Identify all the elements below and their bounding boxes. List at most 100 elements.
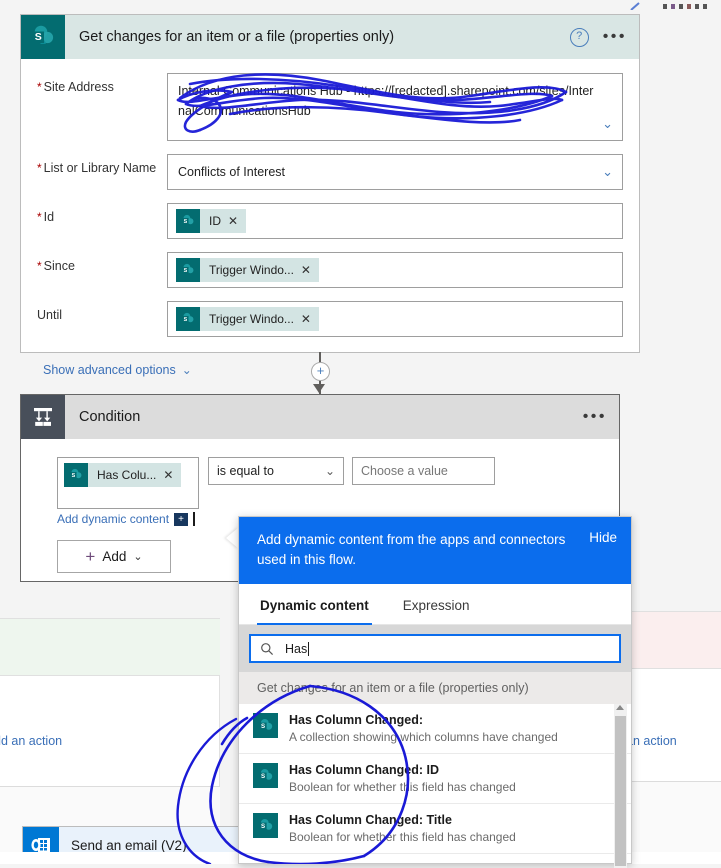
dynamic-token-id[interactable]: S ID ✕ bbox=[176, 209, 247, 233]
flyout-banner: Add dynamic content from the apps and co… bbox=[239, 517, 631, 584]
field-row-until: Until S Trigger Windo... ✕ bbox=[37, 301, 623, 337]
field-row-since: Since S Trigge bbox=[37, 252, 623, 288]
list-name-label: List or Library Name bbox=[37, 154, 167, 175]
token-label: Trigger Windo... bbox=[209, 312, 294, 326]
dynamic-content-list: S Has Column Changed: A collection showi… bbox=[239, 704, 631, 868]
plus-icon: + bbox=[85, 546, 96, 566]
add-dynamic-content-row: Add dynamic content + bbox=[57, 512, 199, 526]
condition-card-header-actions: ••• bbox=[583, 395, 619, 439]
scrollbar-thumb[interactable] bbox=[615, 716, 626, 866]
chevron-down-icon[interactable]: ⌄ bbox=[182, 363, 192, 377]
flow-designer-canvas: dd an action an action Send an email (V2… bbox=[0, 0, 721, 868]
list-name-input[interactable]: Conflicts of Interest ⌄ bbox=[167, 154, 623, 190]
sharepoint-icon: S bbox=[253, 763, 278, 788]
dynamic-token-has-column-changed[interactable]: S Has Colu... ✕ bbox=[64, 463, 182, 487]
list-item[interactable]: S Has Column Changed: Title Boolean for … bbox=[239, 804, 631, 854]
list-item-description: Boolean for whether this field has chang… bbox=[289, 830, 516, 844]
branch-yes-header bbox=[0, 618, 220, 676]
until-token-wrap: S Trigger Windo... ✕ bbox=[168, 302, 327, 336]
add-button-label: Add bbox=[102, 549, 127, 564]
list-item-title: Has Column Changed: Title bbox=[289, 813, 452, 827]
dynamic-content-flyout: Add dynamic content from the apps and co… bbox=[238, 516, 632, 868]
add-dynamic-content-badge[interactable]: + bbox=[174, 512, 189, 526]
site-address-label: Site Address bbox=[37, 73, 167, 94]
condition-value-input[interactable]: Choose a value bbox=[352, 457, 495, 485]
list-item[interactable]: S Has Column Changed: A collection showi… bbox=[239, 704, 631, 754]
sharepoint-icon: S bbox=[21, 15, 65, 59]
sharepoint-token-icon: S bbox=[176, 209, 200, 233]
token-label: Has Colu... bbox=[97, 468, 157, 482]
help-icon[interactable]: ? bbox=[569, 27, 589, 47]
svg-text:S: S bbox=[72, 473, 76, 479]
hide-flyout-button[interactable]: Hide bbox=[579, 530, 617, 545]
chevron-down-icon[interactable]: ⌄ bbox=[602, 164, 613, 180]
add-condition-button[interactable]: + Add ⌄ bbox=[57, 540, 171, 573]
id-input[interactable]: S ID ✕ bbox=[167, 203, 623, 239]
connector-arrow bbox=[313, 384, 325, 393]
text-caret bbox=[308, 641, 310, 656]
since-token-wrap: S Trigger Windo... ✕ bbox=[168, 253, 327, 287]
add-dynamic-content-link[interactable]: Add dynamic content bbox=[57, 512, 169, 526]
list-item-title: Has Column Changed: bbox=[289, 713, 424, 727]
action-card-header[interactable]: S Get changes for an item or a file (pro… bbox=[21, 15, 639, 59]
sharepoint-token-icon: S bbox=[64, 463, 88, 487]
action-card-more-button[interactable]: ••• bbox=[603, 29, 627, 45]
close-icon[interactable]: ✕ bbox=[228, 214, 246, 228]
tab-dynamic-content[interactable]: Dynamic content bbox=[257, 584, 372, 625]
chevron-down-icon: ⌄ bbox=[324, 464, 335, 478]
until-input[interactable]: S Trigger Windo... ✕ bbox=[167, 301, 623, 337]
dynamic-token-since[interactable]: S Trigger Windo... ✕ bbox=[176, 258, 319, 282]
condition-operator-select[interactable]: is equal to ⌄ bbox=[208, 457, 344, 485]
flow-connector: + bbox=[311, 352, 330, 396]
svg-text:S: S bbox=[184, 219, 188, 225]
show-advanced-options-row: Show advanced options ⌄ bbox=[21, 358, 639, 391]
text-caret bbox=[193, 512, 196, 526]
site-address-input[interactable]: Internal Communications Hub - https://[r… bbox=[167, 73, 623, 141]
close-icon[interactable]: ✕ bbox=[301, 312, 319, 326]
id-token-wrap: S ID ✕ bbox=[168, 204, 254, 238]
sharepoint-icon: S bbox=[253, 813, 278, 838]
condition-card-more-button[interactable]: ••• bbox=[583, 409, 607, 425]
close-icon[interactable]: ✕ bbox=[301, 263, 319, 277]
condition-value-placeholder: Choose a value bbox=[361, 464, 448, 478]
operator-value: is equal to bbox=[217, 464, 274, 478]
branch-no-header bbox=[628, 611, 721, 669]
show-advanced-options-link[interactable]: Show advanced options bbox=[43, 363, 176, 377]
action-card-form: Site Address Internal Communications Hub… bbox=[21, 59, 639, 358]
insert-step-button[interactable]: + bbox=[311, 362, 330, 381]
site-address-value: Internal Communications Hub - https://[r… bbox=[178, 84, 594, 118]
yes-add-an-action-link[interactable]: dd an action bbox=[0, 734, 62, 748]
condition-card-header[interactable]: Condition ••• bbox=[21, 395, 619, 439]
no-add-an-action-link[interactable]: an action bbox=[626, 734, 677, 748]
condition-left-operand[interactable]: S Has Colu... ✕ bbox=[57, 457, 199, 509]
list-name-value: Conflicts of Interest bbox=[178, 165, 285, 179]
svg-text:S: S bbox=[184, 268, 188, 274]
dynamic-content-search-input[interactable]: Has bbox=[249, 634, 621, 663]
list-item-title: Has Column Changed: ID bbox=[289, 763, 440, 777]
since-input[interactable]: S Trigger Windo... ✕ bbox=[167, 252, 623, 288]
sharepoint-icon: S bbox=[253, 713, 278, 738]
until-label: Until bbox=[37, 308, 63, 322]
list-item-description: A collection showing which columns have … bbox=[289, 730, 558, 744]
chevron-down-icon: ⌄ bbox=[133, 551, 143, 563]
field-row-site-address: Site Address Internal Communications Hub… bbox=[37, 73, 623, 141]
list-item[interactable]: S Has Column Changed: ID Boolean for whe… bbox=[239, 754, 631, 804]
svg-text:S: S bbox=[184, 317, 188, 323]
search-icon bbox=[260, 642, 274, 656]
action-card-title: Get changes for an item or a file (prope… bbox=[79, 29, 395, 45]
flyout-tabs: Dynamic content Expression bbox=[239, 584, 631, 625]
search-value: Has bbox=[285, 641, 308, 656]
sharepoint-action-card: S Get changes for an item or a file (pro… bbox=[20, 14, 640, 377]
condition-card-title: Condition bbox=[79, 409, 141, 425]
svg-text:S: S bbox=[260, 723, 264, 730]
dynamic-token-until[interactable]: S Trigger Windo... ✕ bbox=[176, 307, 319, 331]
id-label: Id bbox=[37, 203, 167, 224]
flyout-scrollbar[interactable] bbox=[614, 704, 627, 868]
condition-fork-icon bbox=[21, 395, 65, 439]
branch-no-body bbox=[628, 669, 721, 781]
scroll-up-arrow-icon[interactable] bbox=[616, 705, 624, 710]
token-label: Trigger Windo... bbox=[209, 263, 294, 277]
close-icon[interactable]: ✕ bbox=[163, 468, 181, 482]
tab-expression[interactable]: Expression bbox=[400, 584, 473, 624]
field-row-list-name: List or Library Name Conflicts of Intere… bbox=[37, 154, 623, 190]
